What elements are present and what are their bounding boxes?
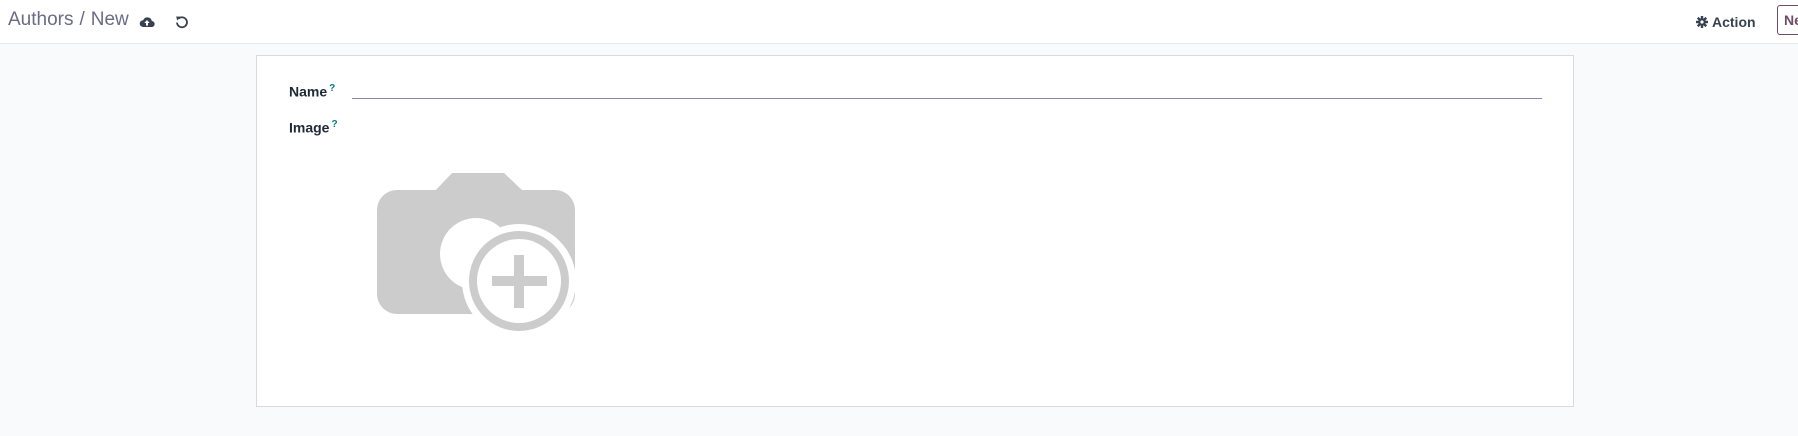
action-label: Action: [1712, 14, 1756, 30]
name-input[interactable]: [352, 71, 1542, 99]
save-button[interactable]: [136, 11, 158, 33]
image-field-label: Image?: [289, 119, 338, 136]
breadcrumb-separator: /: [79, 9, 85, 30]
name-field-label: Name?: [289, 83, 335, 100]
breadcrumb: Authors / New: [8, 9, 129, 31]
undo-icon: [176, 16, 188, 29]
control-panel: Authors/New Action New: [0, 0, 1798, 44]
breadcrumb-parent-link[interactable]: Authors: [8, 9, 73, 30]
image-label-text: Image: [289, 119, 330, 136]
form-sheet: Name? Image?: [256, 55, 1574, 407]
name-help-tooltip-icon[interactable]: ?: [329, 83, 335, 94]
name-label-text: Name: [289, 83, 328, 100]
camera-add-placeholder-icon: [377, 173, 576, 338]
discard-button[interactable]: [171, 11, 193, 33]
new-button[interactable]: New: [1777, 5, 1798, 35]
image-help-tooltip-icon[interactable]: ?: [331, 119, 337, 130]
cloud-upload-icon: [139, 17, 155, 28]
gear-icon: [1696, 16, 1708, 28]
breadcrumb-current: New: [90, 9, 129, 30]
action-menu-button[interactable]: Action: [1696, 12, 1756, 32]
image-upload-field[interactable]: [377, 163, 587, 349]
